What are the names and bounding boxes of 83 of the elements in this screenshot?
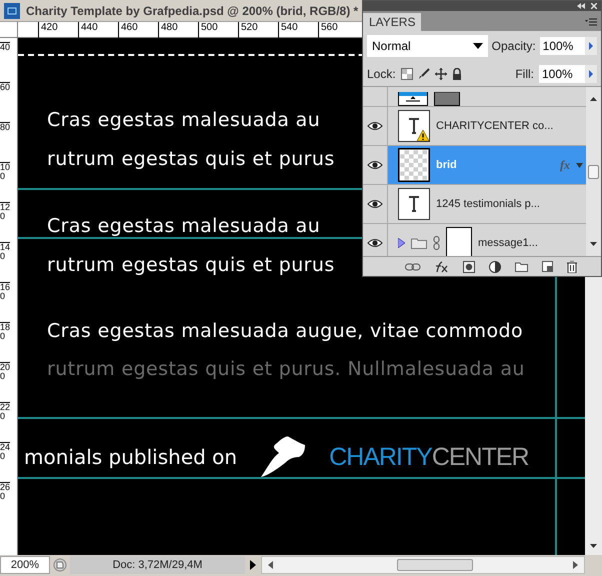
body-text: Cras egestas malesuada augue, vitae commodo bbox=[47, 319, 523, 343]
app-logo-icon bbox=[4, 2, 20, 18]
lock-label: Lock: bbox=[367, 66, 396, 82]
mask-thumbnail bbox=[446, 227, 472, 256]
status-icon[interactable] bbox=[53, 558, 67, 572]
zoom-field[interactable]: 200% bbox=[0, 556, 50, 574]
ruler-label: 120 bbox=[0, 202, 10, 242]
ruler-label: 40 bbox=[0, 42, 10, 82]
expand-triangle-icon[interactable] bbox=[398, 238, 405, 248]
layer-name: CHARITYCENTER co... bbox=[436, 118, 554, 134]
blend-mode-dropdown[interactable]: Normal bbox=[367, 35, 488, 57]
ruler-label: 180 bbox=[0, 322, 10, 362]
type-tool-icon bbox=[407, 118, 421, 134]
ruler-label: 140 bbox=[0, 242, 10, 282]
window-title: Charity Template by Grafpedia.psd @ 200% (brid, RGB/8) * bbox=[26, 2, 358, 20]
ruler-label: 240 bbox=[0, 442, 10, 482]
brush-icon[interactable] bbox=[418, 68, 430, 80]
visibility-toggle[interactable] bbox=[363, 185, 388, 224]
adjustment-icon[interactable] bbox=[489, 260, 501, 272]
logo-wordmark: CHARITYCENTER bbox=[329, 442, 529, 472]
visibility-toggle[interactable] bbox=[363, 146, 388, 185]
ruler-label: 260 bbox=[0, 482, 10, 522]
layer-name: 1245 testimonials p... bbox=[436, 196, 540, 212]
opacity-label: Opacity: bbox=[492, 38, 536, 55]
eye-icon bbox=[367, 159, 383, 171]
layer-mask-thumbnail-icon bbox=[434, 92, 460, 106]
eye-icon bbox=[367, 198, 383, 210]
shape-thumbnail-icon bbox=[398, 92, 428, 106]
checkerboard-icon[interactable] bbox=[400, 68, 413, 80]
folder-icon bbox=[411, 237, 427, 249]
scroll-down-icon[interactable] bbox=[590, 242, 597, 246]
opacity-field[interactable]: 100% bbox=[540, 37, 597, 55]
ruler-label: 220 bbox=[0, 402, 10, 442]
play-icon[interactable] bbox=[249, 560, 257, 570]
visibility-toggle[interactable] bbox=[363, 87, 388, 107]
ruler-label: 100 bbox=[0, 162, 10, 202]
body-text: Cras egestas malesuada au bbox=[47, 214, 320, 238]
layers-tab[interactable]: LAYERS bbox=[363, 13, 422, 31]
ruler-label: 60 bbox=[0, 82, 10, 122]
new-group-icon[interactable] bbox=[515, 261, 528, 272]
body-text: rutrum egestas quis et purus. Nullmalesuada au bbox=[47, 357, 525, 381]
dropdown-caret-icon[interactable] bbox=[472, 43, 483, 49]
visibility-toggle[interactable] bbox=[363, 107, 388, 146]
transparent-layer-thumbnail-icon bbox=[398, 148, 430, 182]
close-icon[interactable] bbox=[591, 3, 597, 9]
bird-logo-icon bbox=[259, 435, 308, 479]
link-icon[interactable] bbox=[405, 262, 421, 270]
effects-label: fx bbox=[560, 157, 570, 174]
new-layer-icon[interactable] bbox=[542, 261, 553, 272]
scroll-right-icon[interactable] bbox=[573, 561, 578, 569]
ruler-label: 80 bbox=[0, 122, 10, 162]
fill-field[interactable]: 100% bbox=[539, 64, 597, 82]
vertical-scrollbar[interactable] bbox=[585, 277, 602, 555]
layer-row[interactable]: CHARITYCENTER co... bbox=[388, 107, 586, 146]
effects-icon[interactable] bbox=[435, 260, 449, 272]
layer-name: message1... bbox=[478, 236, 538, 251]
ruler-label: 200 bbox=[0, 362, 10, 402]
layer-name: brid bbox=[436, 158, 457, 173]
panel-menu-icon[interactable] bbox=[585, 18, 597, 26]
scroll-left-icon[interactable] bbox=[268, 561, 273, 569]
scrollbar-thumb[interactable] bbox=[588, 164, 599, 178]
layer-row[interactable]: 1245 testimonials p... bbox=[388, 185, 586, 224]
body-text: rutrum egestas quis et purus bbox=[47, 147, 335, 171]
eye-icon bbox=[367, 120, 383, 132]
eye-icon bbox=[367, 237, 383, 249]
trash-icon[interactable] bbox=[567, 260, 577, 272]
lock-icon[interactable] bbox=[452, 68, 462, 80]
layers-scrollbar[interactable] bbox=[586, 87, 601, 256]
body-text: rutrum egestas quis et purus bbox=[47, 253, 335, 277]
type-tool-icon bbox=[407, 196, 421, 212]
document-size-text: Doc: 3,72M/29,4M bbox=[70, 556, 245, 574]
fill-label: Fill: bbox=[515, 66, 534, 82]
chain-link-icon bbox=[433, 236, 440, 250]
scroll-up-icon[interactable] bbox=[590, 97, 597, 101]
scroll-down-icon[interactable] bbox=[589, 543, 598, 549]
horizontal-scrollbar[interactable] bbox=[261, 556, 585, 574]
ruler-label: 160 bbox=[0, 282, 10, 322]
mask-icon[interactable] bbox=[463, 260, 475, 272]
body-text: Cras egestas malesuada au bbox=[47, 108, 320, 132]
collapse-icon[interactable] bbox=[577, 3, 585, 9]
move-icon[interactable] bbox=[434, 68, 447, 80]
testimonial-text: monials published on bbox=[24, 445, 238, 469]
scrollbar-thumb[interactable] bbox=[397, 559, 473, 571]
